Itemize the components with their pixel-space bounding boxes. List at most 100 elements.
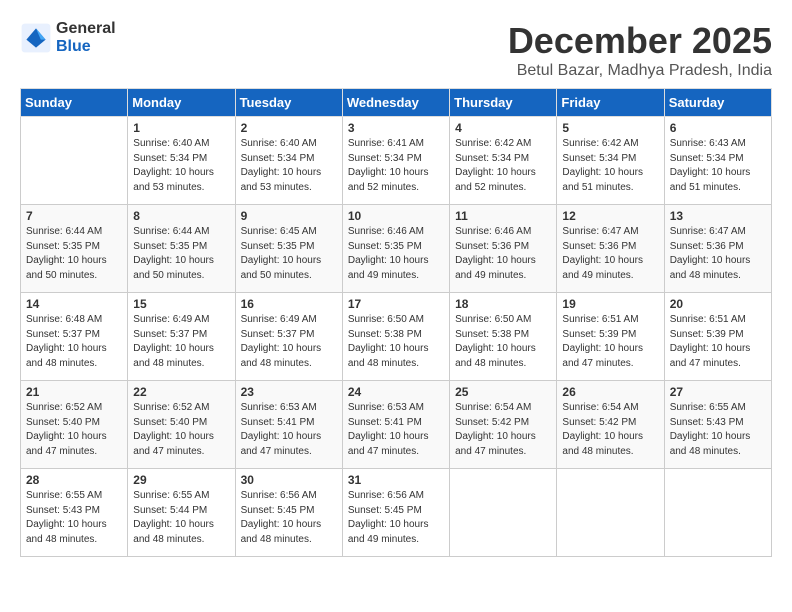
week-row-5: 28Sunrise: 6:55 AMSunset: 5:43 PMDayligh…: [21, 469, 772, 557]
day-info: Sunrise: 6:46 AMSunset: 5:35 PMDaylight:…: [348, 225, 445, 283]
day-info: Sunrise: 6:40 AMSunset: 5:34 PMDaylight:…: [133, 137, 230, 195]
day-cell: [21, 117, 128, 205]
day-cell: 16 Sunrise: 6:49 AMSunset: 5:37 PMDayligh…: [235, 293, 342, 381]
day-number: 25: [455, 385, 552, 399]
day-number: 16: [241, 297, 338, 311]
day-cell: 13 Sunrise: 6:47 AMSunset: 5:36 PMDayligh…: [664, 205, 771, 293]
day-info: Sunrise: 6:49 AMSunset: 5:37 PMDaylight:…: [133, 313, 230, 371]
day-cell: 11Sunrise: 6:46 AMSunset: 5:36 PMDayligh…: [450, 205, 557, 293]
day-cell: 14 Sunrise: 6:48 AMSunset: 5:37 PMDayligh…: [21, 293, 128, 381]
day-cell: 3 Sunrise: 6:41 AMSunset: 5:34 PMDaylight…: [342, 117, 449, 205]
day-cell: 20Sunrise: 6:51 AMSunset: 5:39 PMDayligh…: [664, 293, 771, 381]
day-info: Sunrise: 6:50 AMSunset: 5:38 PMDaylight:…: [455, 313, 552, 371]
day-cell: 21Sunrise: 6:52 AMSunset: 5:40 PMDayligh…: [21, 381, 128, 469]
day-info: Sunrise: 6:47 AMSunset: 5:36 PMDaylight:…: [670, 225, 767, 283]
day-info: Sunrise: 6:51 AMSunset: 5:39 PMDaylight:…: [670, 313, 767, 371]
day-number: 18: [455, 297, 552, 311]
day-cell: 30 Sunrise: 6:56 AMSunset: 5:45 PMDayligh…: [235, 469, 342, 557]
day-info: Sunrise: 6:56 AMSunset: 5:45 PMDaylight:…: [348, 489, 445, 547]
week-row-1: 1 Sunrise: 6:40 AMSunset: 5:34 PMDaylight…: [21, 117, 772, 205]
day-cell: 5 Sunrise: 6:42 AMSunset: 5:34 PMDaylight…: [557, 117, 664, 205]
day-number: 2: [241, 121, 338, 135]
header-wednesday: Wednesday: [342, 89, 449, 117]
day-info: Sunrise: 6:48 AMSunset: 5:37 PMDaylight:…: [26, 313, 123, 371]
day-cell: 24 Sunrise: 6:53 AMSunset: 5:41 PMDayligh…: [342, 381, 449, 469]
day-cell: 18 Sunrise: 6:50 AMSunset: 5:38 PMDayligh…: [450, 293, 557, 381]
day-number: 3: [348, 121, 445, 135]
day-number: 17: [348, 297, 445, 311]
day-info: Sunrise: 6:49 AMSunset: 5:37 PMDaylight:…: [241, 313, 338, 371]
day-number: 6: [670, 121, 767, 135]
day-info: Sunrise: 6:40 AMSunset: 5:34 PMDaylight:…: [241, 137, 338, 195]
day-number: 22: [133, 385, 230, 399]
day-number: 7: [26, 209, 123, 223]
header-saturday: Saturday: [664, 89, 771, 117]
day-cell: 1 Sunrise: 6:40 AMSunset: 5:34 PMDaylight…: [128, 117, 235, 205]
day-info: Sunrise: 6:42 AMSunset: 5:34 PMDaylight:…: [562, 137, 659, 195]
day-cell: [557, 469, 664, 557]
day-number: 8: [133, 209, 230, 223]
day-cell: 31 Sunrise: 6:56 AMSunset: 5:45 PMDayligh…: [342, 469, 449, 557]
day-number: 13: [670, 209, 767, 223]
logo-text: General Blue: [56, 20, 116, 56]
day-info: Sunrise: 6:53 AMSunset: 5:41 PMDaylight:…: [241, 401, 338, 459]
day-info: Sunrise: 6:54 AMSunset: 5:42 PMDaylight:…: [455, 401, 552, 459]
day-cell: 23 Sunrise: 6:53 AMSunset: 5:41 PMDayligh…: [235, 381, 342, 469]
day-number: 24: [348, 385, 445, 399]
day-cell: [450, 469, 557, 557]
day-number: 11: [455, 209, 552, 223]
day-cell: 25 Sunrise: 6:54 AMSunset: 5:42 PMDayligh…: [450, 381, 557, 469]
day-cell: 6 Sunrise: 6:43 AMSunset: 5:34 PMDaylight…: [664, 117, 771, 205]
day-number: 1: [133, 121, 230, 135]
day-info: Sunrise: 6:52 AMSunset: 5:40 PMDaylight:…: [26, 401, 123, 459]
page-header: General Blue December 2025 Betul Bazar, …: [20, 20, 772, 80]
header-monday: Monday: [128, 89, 235, 117]
day-info: Sunrise: 6:42 AMSunset: 5:34 PMDaylight:…: [455, 137, 552, 195]
logo-icon: [20, 22, 52, 54]
day-info: Sunrise: 6:43 AMSunset: 5:34 PMDaylight:…: [670, 137, 767, 195]
day-info: Sunrise: 6:41 AMSunset: 5:34 PMDaylight:…: [348, 137, 445, 195]
week-row-3: 14 Sunrise: 6:48 AMSunset: 5:37 PMDayligh…: [21, 293, 772, 381]
day-number: 26: [562, 385, 659, 399]
day-cell: [664, 469, 771, 557]
day-number: 4: [455, 121, 552, 135]
day-number: 14: [26, 297, 123, 311]
day-cell: 12 Sunrise: 6:47 AMSunset: 5:36 PMDayligh…: [557, 205, 664, 293]
day-info: Sunrise: 6:47 AMSunset: 5:36 PMDaylight:…: [562, 225, 659, 283]
day-number: 15: [133, 297, 230, 311]
calendar-table: Sunday Monday Tuesday Wednesday Thursday…: [20, 88, 772, 557]
day-info: Sunrise: 6:55 AMSunset: 5:43 PMDaylight:…: [26, 489, 123, 547]
day-cell: 2 Sunrise: 6:40 AMSunset: 5:34 PMDaylight…: [235, 117, 342, 205]
day-number: 19: [562, 297, 659, 311]
day-cell: 15 Sunrise: 6:49 AMSunset: 5:37 PMDayligh…: [128, 293, 235, 381]
day-number: 30: [241, 473, 338, 487]
week-row-4: 21Sunrise: 6:52 AMSunset: 5:40 PMDayligh…: [21, 381, 772, 469]
day-cell: 4 Sunrise: 6:42 AMSunset: 5:34 PMDaylight…: [450, 117, 557, 205]
day-info: Sunrise: 6:53 AMSunset: 5:41 PMDaylight:…: [348, 401, 445, 459]
day-number: 10: [348, 209, 445, 223]
day-info: Sunrise: 6:50 AMSunset: 5:38 PMDaylight:…: [348, 313, 445, 371]
logo: General Blue: [20, 20, 116, 56]
day-number: 12: [562, 209, 659, 223]
day-info: Sunrise: 6:45 AMSunset: 5:35 PMDaylight:…: [241, 225, 338, 283]
day-number: 5: [562, 121, 659, 135]
day-cell: 10 Sunrise: 6:46 AMSunset: 5:35 PMDayligh…: [342, 205, 449, 293]
header-sunday: Sunday: [21, 89, 128, 117]
day-info: Sunrise: 6:51 AMSunset: 5:39 PMDaylight:…: [562, 313, 659, 371]
header-tuesday: Tuesday: [235, 89, 342, 117]
day-number: 31: [348, 473, 445, 487]
day-cell: 22Sunrise: 6:52 AMSunset: 5:40 PMDayligh…: [128, 381, 235, 469]
day-info: Sunrise: 6:56 AMSunset: 5:45 PMDaylight:…: [241, 489, 338, 547]
week-row-2: 7 Sunrise: 6:44 AMSunset: 5:35 PMDaylight…: [21, 205, 772, 293]
day-info: Sunrise: 6:44 AMSunset: 5:35 PMDaylight:…: [26, 225, 123, 283]
location-title: Betul Bazar, Madhya Pradesh, India: [508, 62, 772, 80]
day-info: Sunrise: 6:55 AMSunset: 5:44 PMDaylight:…: [133, 489, 230, 547]
day-cell: 28Sunrise: 6:55 AMSunset: 5:43 PMDayligh…: [21, 469, 128, 557]
day-number: 23: [241, 385, 338, 399]
day-cell: 17 Sunrise: 6:50 AMSunset: 5:38 PMDayligh…: [342, 293, 449, 381]
header-row: Sunday Monday Tuesday Wednesday Thursday…: [21, 89, 772, 117]
day-cell: 9 Sunrise: 6:45 AMSunset: 5:35 PMDaylight…: [235, 205, 342, 293]
header-thursday: Thursday: [450, 89, 557, 117]
day-number: 9: [241, 209, 338, 223]
day-info: Sunrise: 6:44 AMSunset: 5:35 PMDaylight:…: [133, 225, 230, 283]
